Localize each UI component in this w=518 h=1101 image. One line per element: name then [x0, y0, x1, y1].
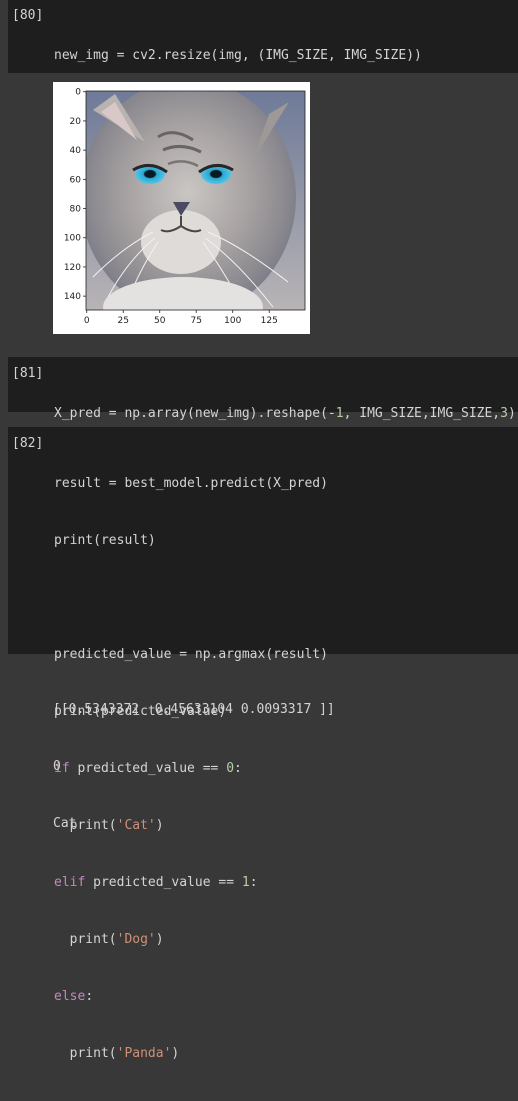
- code-line: print('Panda'): [54, 1044, 328, 1063]
- y-tick-label: 60: [70, 175, 82, 185]
- code-cell-80[interactable]: [80] new_img = cv2.resize(img, (IMG_SIZE…: [8, 0, 518, 177]
- x-tick-label: 0: [84, 316, 90, 326]
- imshow-plot: 0 20 40 60 80 100 120 140 0 25 50 75 100 125: [53, 82, 310, 334]
- cell-prompt: [81]: [12, 366, 44, 381]
- code-cell-81[interactable]: [81] X_pred = np.array(new_img).reshape(…: [8, 357, 518, 478]
- cell-prompt: [80]: [12, 8, 44, 23]
- x-tick-label: 50: [154, 316, 166, 326]
- code-text: ): [171, 1046, 180, 1061]
- y-tick-label: 140: [64, 292, 81, 302]
- code-keyword: else: [54, 989, 86, 1004]
- y-tick-label: 120: [64, 263, 81, 273]
- y-tick-label: 80: [70, 205, 82, 215]
- code-text: print(: [54, 932, 117, 947]
- code-text: :: [249, 875, 258, 890]
- output-line: 0: [53, 759, 61, 774]
- x-tick-label: 75: [191, 316, 202, 326]
- code-string: 'Panda': [116, 1046, 172, 1061]
- cell-prompt: [82]: [12, 436, 44, 451]
- x-axis: 0 25 50 75 100 125: [84, 310, 278, 326]
- code-line: new_img = cv2.resize(img, (IMG_SIZE, IMG…: [54, 48, 422, 63]
- y-tick-label: 20: [70, 117, 82, 127]
- code-number: 3: [500, 406, 508, 421]
- code-line: result = best_model.predict(X_pred): [54, 476, 328, 491]
- code-text: :: [85, 989, 94, 1004]
- y-tick-label: 40: [70, 146, 82, 156]
- code-line: print('Dog'): [54, 930, 328, 949]
- x-tick-label: 125: [261, 316, 278, 326]
- code-line: X_pred = np.array(new_img).reshape(-1, I…: [54, 404, 516, 423]
- code-text: ): [155, 932, 164, 947]
- y-axis: 0 20 40 60 80 100 120 140: [64, 88, 86, 302]
- y-tick-label: 100: [64, 234, 81, 244]
- code-text: print(: [54, 1046, 117, 1061]
- plot-figure: 0 20 40 60 80 100 120 140 0 25 50 75 100 125: [64, 88, 306, 326]
- code-line: print(result): [54, 533, 156, 548]
- cell-output-82: [[0.5343372 0.45633104 0.0093317 ]] 0 Ca…: [53, 662, 335, 852]
- code-text: , IMG_SIZE,IMG_SIZE,: [343, 406, 501, 421]
- cat-photo: [86, 91, 305, 310]
- y-tick-label: 0: [75, 88, 81, 98]
- code-number: 1: [335, 406, 344, 421]
- code-keyword: elif: [54, 875, 86, 890]
- code-text: X_pred = np.array(new_img).reshape(-: [54, 406, 336, 421]
- code-text: ): [507, 406, 516, 421]
- code-string: 'Dog': [116, 932, 156, 947]
- code-text: predicted_value ==: [85, 875, 242, 890]
- code-line: else:: [54, 987, 328, 1006]
- output-line: Cat: [53, 816, 77, 831]
- code-number: 1: [241, 875, 250, 890]
- x-tick-label: 25: [118, 316, 129, 326]
- output-line: [[0.5343372 0.45633104 0.0093317 ]]: [53, 702, 335, 717]
- x-tick-label: 100: [224, 316, 241, 326]
- code-cell-82[interactable]: [82] result = best_model.predict(X_pred)…: [8, 427, 518, 1061]
- code-line: elif predicted_value == 1:: [54, 873, 328, 892]
